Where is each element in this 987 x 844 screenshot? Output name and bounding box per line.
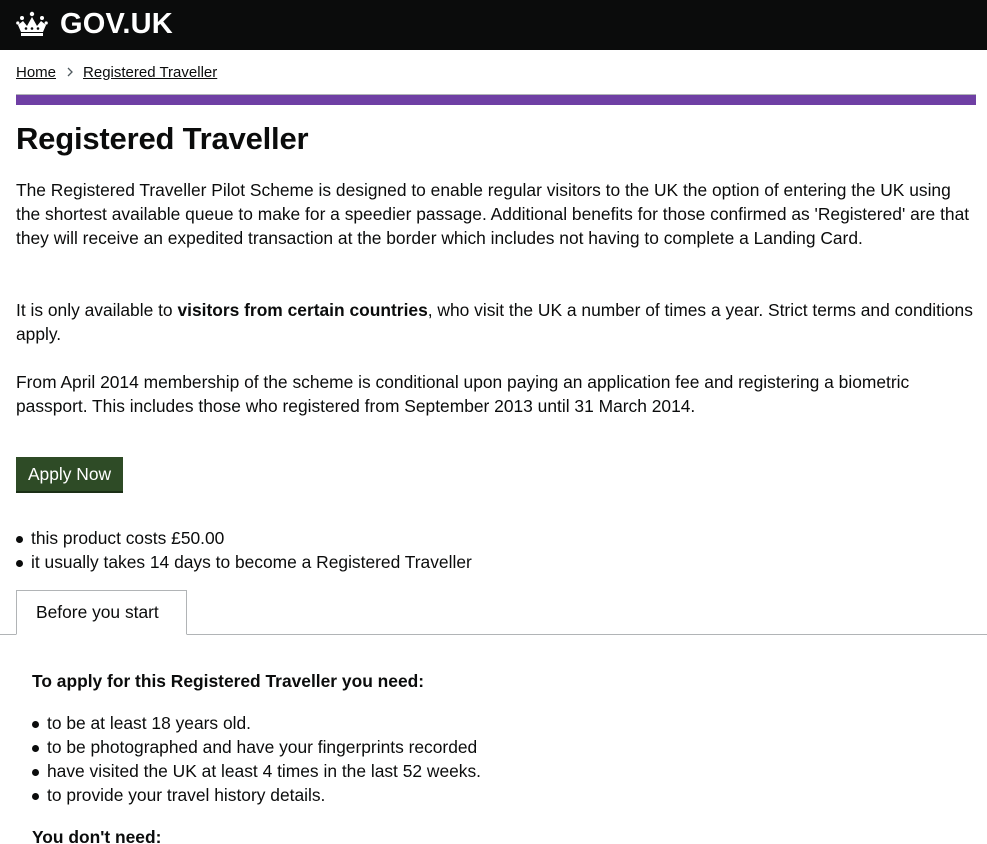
list-item: to be photographed and have your fingerp… [32, 735, 481, 759]
list-item: to be at least 18 years old. [32, 711, 481, 735]
govuk-logo-link[interactable]: GOV.UK [16, 8, 173, 40]
product-facts-list: this product costs £50.00 it usually tak… [16, 526, 472, 574]
fee-paragraph: From April 2014 membership of the scheme… [16, 372, 910, 416]
breadcrumb: Home Registered Traveller [16, 62, 217, 82]
site-header: GOV.UK [0, 0, 987, 50]
list-item: this product costs £50.00 [16, 526, 472, 550]
logo-text: GOV.UK [60, 7, 173, 40]
requirements-heading: To apply for this Registered Traveller y… [32, 671, 425, 691]
requirements-list: to be at least 18 years old. to be photo… [32, 711, 481, 807]
eligibility-countries-text: visitors from certain countries [177, 300, 428, 320]
chevron-right-icon [67, 67, 73, 77]
list-item: it usually takes 14 days to become a Reg… [16, 550, 472, 574]
eligibility-text-start: It is only available to [16, 300, 178, 320]
eligibility-paragraph: It is only available to visitors from ce… [16, 298, 976, 346]
breadcrumb-registered-traveller-link[interactable]: Registered Traveller [83, 64, 217, 81]
apply-now-button[interactable]: Apply Now [16, 457, 123, 491]
breadcrumb-home-link[interactable]: Home [16, 64, 56, 81]
list-item: have visited the UK at least 4 times in … [32, 759, 481, 783]
crown-icon [16, 11, 48, 36]
page-title: Registered Traveller [16, 121, 309, 156]
tab-before-you-start[interactable]: Before you start [16, 590, 187, 635]
intro-paragraph: The Registered Traveller Pilot Scheme is… [16, 180, 970, 248]
accent-bar [16, 95, 976, 105]
list-item: to provide your travel history details. [32, 783, 481, 807]
not-needed-heading: You don't need: [32, 827, 162, 844]
